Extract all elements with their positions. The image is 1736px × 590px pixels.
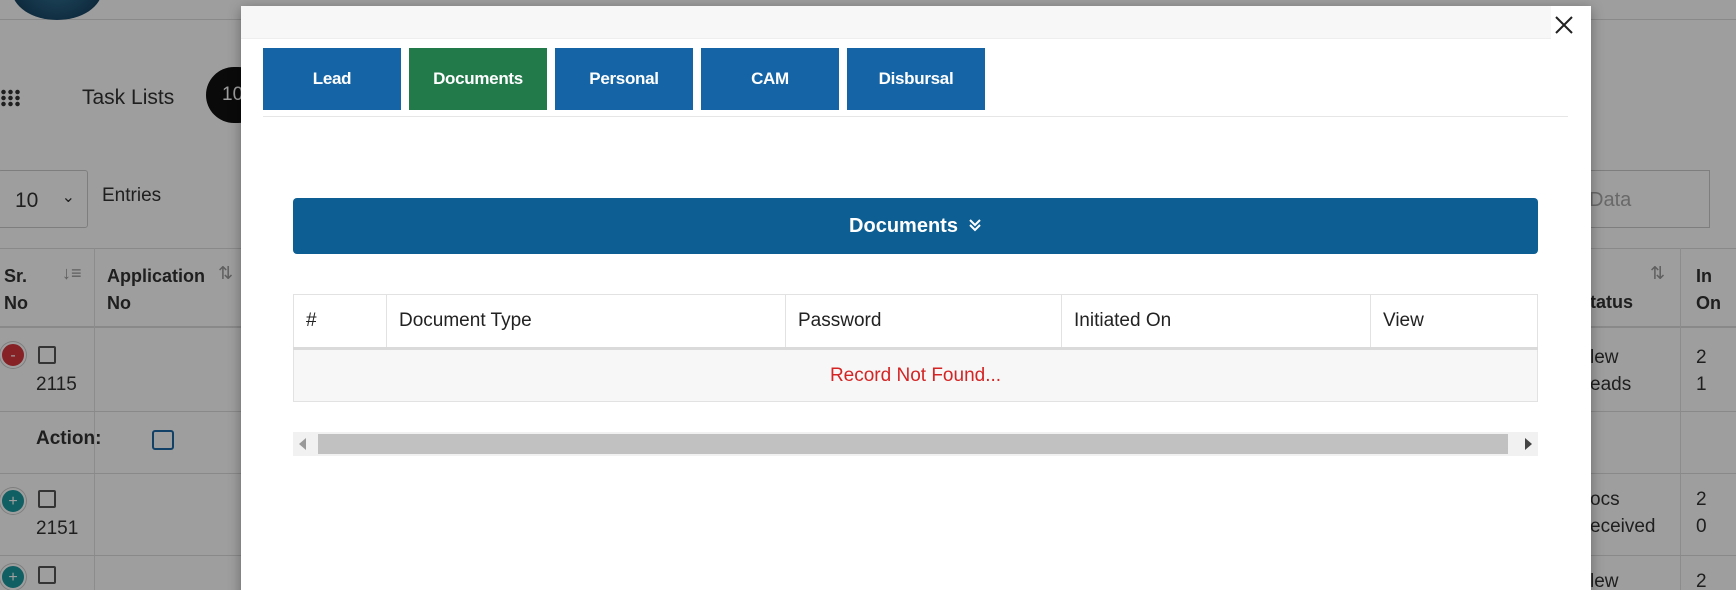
column-header-initiated-on: Initiated On [1061,294,1371,350]
scrollbar-thumb[interactable] [318,434,1508,454]
column-header-view: View [1370,294,1538,350]
tab-disbursal[interactable]: Disbursal [847,48,985,110]
application-details-modal: Lead Documents Personal CAM Disbursal Do… [241,6,1591,590]
tabs-divider [263,116,1568,117]
double-chevron-down-icon [968,218,982,234]
scroll-left-icon[interactable] [299,438,306,450]
tab-cam[interactable]: CAM [701,48,839,110]
documents-section-toggle[interactable]: Documents [293,198,1538,254]
scroll-right-icon[interactable] [1525,438,1532,450]
horizontal-scrollbar[interactable] [293,432,1538,456]
modal-header [241,6,1551,39]
table-header-row: # Document Type Password Initiated On Vi… [293,294,1538,350]
column-header-index: # [293,294,387,350]
column-header-document-type: Document Type [386,294,786,350]
section-title: Documents [849,214,958,237]
column-header-password: Password [785,294,1062,350]
close-icon[interactable] [1551,12,1577,38]
documents-table: # Document Type Password Initiated On Vi… [293,294,1538,402]
modal-tabs: Lead Documents Personal CAM Disbursal [263,48,993,110]
tab-personal[interactable]: Personal [555,48,693,110]
empty-state-message: Record Not Found... [293,348,1538,402]
empty-table-row: Record Not Found... [293,348,1538,402]
tab-documents[interactable]: Documents [409,48,547,110]
tab-lead[interactable]: Lead [263,48,401,110]
